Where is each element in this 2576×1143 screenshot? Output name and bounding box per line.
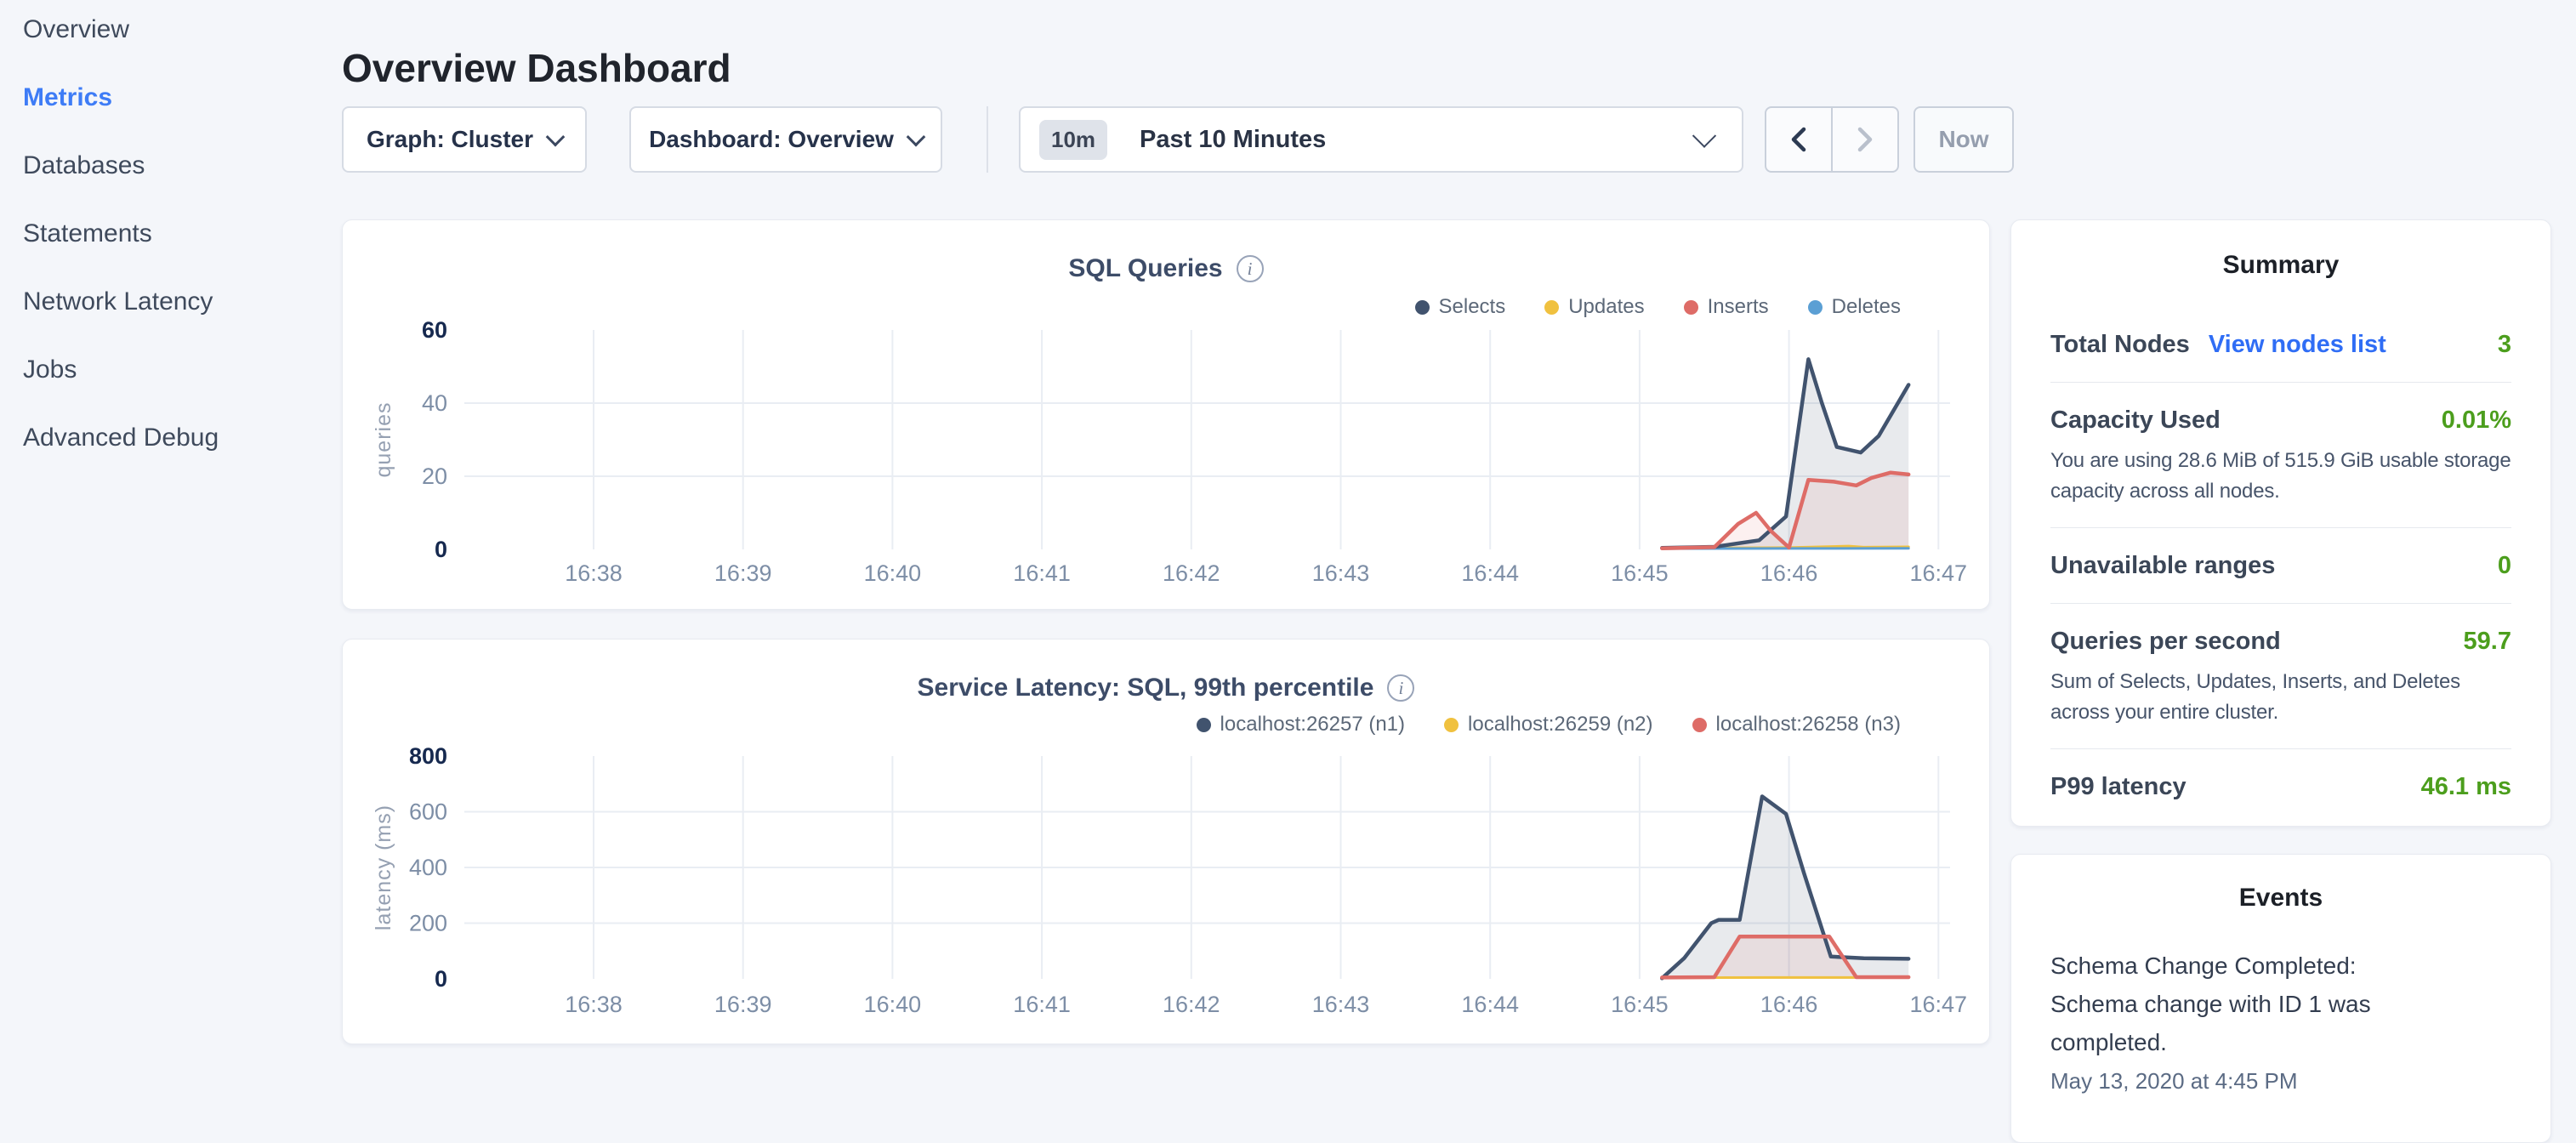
sidebar-item-overview[interactable]: Overview [23, 15, 129, 44]
x-tick-label: 16:40 [864, 560, 922, 586]
event-message[interactable]: Schema Change Completed: Schema change w… [2050, 947, 2443, 1061]
chevron-down-icon [1692, 124, 1716, 148]
summary-divider [2050, 527, 2511, 528]
chevron-down-icon [546, 128, 566, 147]
graph-dropdown-label: Graph: Cluster [367, 126, 533, 153]
chevron-down-icon [907, 128, 926, 147]
time-step-forward-button[interactable] [1833, 108, 1897, 171]
y-tick-label: 20 [422, 463, 447, 489]
graph-dropdown[interactable]: Graph: Cluster [342, 106, 587, 173]
x-tick-label: 16:47 [1910, 560, 1968, 586]
summary-title: Summary [2011, 251, 2550, 280]
view-nodes-list-link[interactable]: View nodes list [2209, 331, 2386, 359]
y-axis-label: latency (ms) [372, 805, 395, 930]
x-tick-label: 16:46 [1760, 560, 1818, 586]
y-tick-label: 0 [435, 966, 447, 992]
service-latency-plot[interactable]: 0 200 400 600 800 16:38 16:39 16:40 16:41 16:42 16… [343, 640, 1991, 1045]
event-timestamp: May 13, 2020 at 4:45 PM [2050, 1068, 2511, 1095]
summary-row: Total Nodes View nodes list 3 [2050, 327, 2511, 361]
summary-divider [2050, 748, 2511, 749]
sidebar-item-databases[interactable]: Databases [23, 151, 145, 180]
sidebar-item-advanced-debug[interactable]: Advanced Debug [23, 424, 219, 452]
summary-row-label: Capacity Used [2050, 407, 2221, 435]
x-tick-label: 16:47 [1910, 992, 1968, 1017]
time-step-back-button[interactable] [1766, 108, 1833, 171]
y-tick-label: 40 [422, 390, 447, 416]
summary-row-label: Unavailable ranges [2050, 552, 2275, 580]
chevron-left-icon [1788, 125, 1810, 154]
y-tick-label: 200 [409, 911, 447, 936]
summary-row: Capacity Used 0.01% [2050, 403, 2511, 437]
summary-row-caption: You are using 28.6 MiB of 515.9 GiB usab… [2050, 446, 2511, 507]
summary-row: Queries per second 59.7 [2050, 624, 2511, 658]
summary-row-value: 0 [2498, 552, 2511, 580]
sidebar-item-network-latency[interactable]: Network Latency [23, 287, 213, 316]
x-tick-label: 16:44 [1461, 992, 1519, 1017]
dashboard-dropdown-label: Dashboard: Overview [649, 126, 894, 153]
time-range-selector[interactable]: 10m Past 10 Minutes [1019, 106, 1743, 173]
y-axis-label: queries [372, 402, 395, 478]
summary-row-caption: Sum of Selects, Updates, Inserts, and De… [2050, 667, 2511, 728]
now-button-label: Now [1938, 126, 1988, 153]
summary-row-value: 59.7 [2464, 628, 2511, 656]
page-title: Overview Dashboard [342, 45, 731, 91]
x-tick-label: 16:39 [714, 560, 772, 586]
now-button[interactable]: Now [1914, 106, 2014, 173]
chevron-right-icon [1854, 125, 1876, 154]
time-range-label: Past 10 Minutes [1140, 126, 1326, 154]
summary-row: P99 latency 46.1 ms [2050, 770, 2511, 804]
controls-divider [987, 106, 988, 173]
x-tick-label: 16:40 [864, 992, 922, 1017]
sidebar-item-metrics[interactable]: Metrics [23, 83, 112, 112]
x-tick-label: 16:41 [1013, 560, 1071, 586]
x-tick-label: 16:45 [1611, 560, 1669, 586]
x-tick-label: 16:42 [1163, 560, 1220, 586]
x-tick-label: 16:44 [1461, 560, 1519, 586]
x-tick-label: 16:46 [1760, 992, 1818, 1017]
summary-row: Unavailable ranges 0 [2050, 549, 2511, 583]
x-tick-label: 16:38 [565, 992, 623, 1017]
summary-row-label: Total Nodes [2050, 331, 2190, 359]
summary-divider [2050, 382, 2511, 383]
sidebar-item-jobs[interactable]: Jobs [23, 355, 77, 384]
dashboard-dropdown[interactable]: Dashboard: Overview [629, 106, 942, 173]
x-tick-label: 16:43 [1312, 992, 1370, 1017]
summary-row-value: 46.1 ms [2421, 773, 2511, 801]
y-tick-label: 600 [409, 799, 447, 825]
time-range-badge: 10m [1039, 120, 1107, 160]
summary-row-label: P99 latency [2050, 773, 2186, 801]
y-tick-label: 400 [409, 855, 447, 880]
summary-row-label: Queries per second [2050, 628, 2281, 656]
x-tick-label: 16:42 [1163, 992, 1220, 1017]
y-tick-label: 60 [422, 317, 447, 343]
summary-divider [2050, 603, 2511, 604]
summary-row-value: 0.01% [2442, 407, 2511, 435]
events-panel: Events Schema Change Completed: Schema c… [2010, 854, 2551, 1143]
y-tick-label: 800 [409, 743, 447, 769]
events-title: Events [2011, 884, 2550, 913]
y-tick-label: 0 [435, 537, 447, 562]
service-latency-chart-card: Service Latency: SQL, 99th percentile i … [342, 639, 1990, 1044]
time-step-buttons [1765, 106, 1899, 173]
summary-row-value: 3 [2498, 331, 2511, 359]
x-tick-label: 16:39 [714, 992, 772, 1017]
x-tick-label: 16:38 [565, 560, 623, 586]
sql-queries-chart-card: SQL Queries i SelectsUpdatesInsertsDelet… [342, 219, 1990, 610]
x-tick-label: 16:45 [1611, 992, 1669, 1017]
sql-queries-plot[interactable]: 0 20 40 60 16:38 16:39 16:40 16:41 16:42 16:43 16:… [343, 220, 1991, 611]
summary-panel: Summary Total Nodes View nodes list 3 Capac… [2010, 219, 2551, 827]
x-tick-label: 16:41 [1013, 992, 1071, 1017]
sidebar-item-statements[interactable]: Statements [23, 219, 152, 248]
sidebar: Overview Metrics Databases Statements Networ… [0, 0, 323, 1051]
x-tick-label: 16:43 [1312, 560, 1370, 586]
